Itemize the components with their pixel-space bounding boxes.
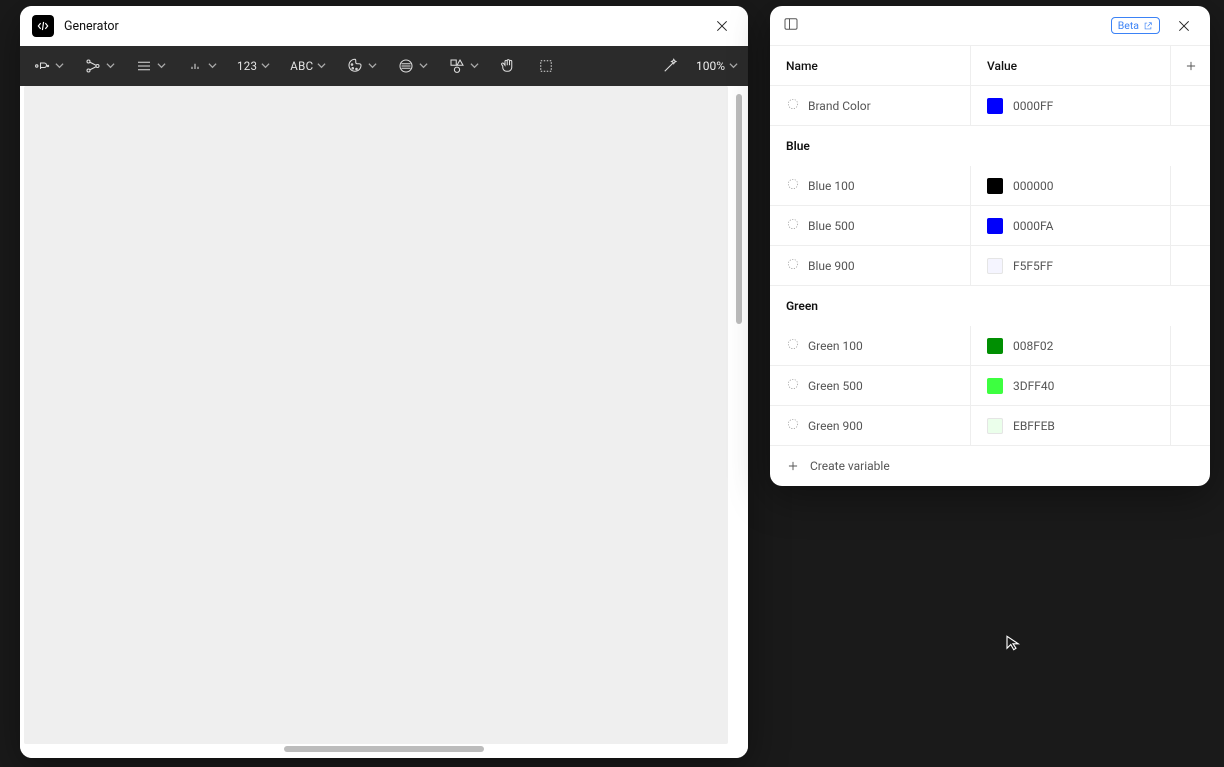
create-variable-button[interactable]: Create variable [770,446,1210,486]
variable-name-cell[interactable]: Green 500 [770,377,970,394]
color-swatch [987,378,1003,394]
tool-spacing[interactable] [183,53,220,79]
variable-row[interactable]: Blue 500 0000FA [770,206,1210,246]
color-swatch [987,338,1003,354]
variable-action-cell [1170,406,1210,445]
header-name: Name [770,59,970,73]
variable-name-cell[interactable]: Green 900 [770,417,970,434]
variables-panel-top: Beta [770,6,1210,46]
variable-name: Blue 100 [808,179,855,193]
cursor-icon [1004,634,1022,655]
variable-row[interactable]: Blue 900 F5F5FF [770,246,1210,286]
tool-typography[interactable] [30,53,67,79]
variable-value-cell[interactable]: EBFFEB [970,406,1170,445]
variable-name: Green 900 [808,419,863,433]
canvas[interactable] [24,86,728,744]
generator-app-icon [32,15,54,37]
tool-pattern[interactable] [394,53,431,79]
header-value: Value [970,46,1170,85]
variable-icon [786,97,800,114]
variable-name: Green 500 [808,379,863,393]
color-swatch [987,98,1003,114]
variable-value-cell[interactable]: 008F02 [970,326,1170,365]
variable-group-header: Green [770,286,1210,326]
variable-value-cell[interactable]: 000000 [970,166,1170,205]
variables-headers: Name Value [770,46,1210,86]
close-button[interactable] [708,12,736,40]
variable-icon [786,217,800,234]
variable-name-cell[interactable]: Blue 500 [770,217,970,234]
variable-hex: 0000FA [1013,219,1053,233]
variables-close-button[interactable] [1170,12,1198,40]
tool-text[interactable]: ABC [287,55,329,77]
add-mode-button[interactable] [1170,46,1210,85]
variable-value-cell[interactable]: 0000FA [970,206,1170,245]
variable-value-cell[interactable]: 0000FF [970,86,1170,125]
variable-icon [786,177,800,194]
variable-row[interactable]: Green 100 008F02 [770,326,1210,366]
variable-name-cell[interactable]: Brand Color [770,97,970,114]
sidebar-toggle-icon[interactable] [782,15,800,36]
variable-hex: F5F5FF [1013,259,1053,273]
tool-numbers[interactable]: 123 [234,55,273,77]
variable-value-cell[interactable]: 3DFF40 [970,366,1170,405]
generator-window: Generator 123 ABC [20,6,748,758]
variable-hex: 000000 [1013,179,1053,193]
variable-row[interactable]: Brand Color 0000FF [770,86,1210,126]
variable-name-cell[interactable]: Blue 100 [770,177,970,194]
variables-panel: Beta Name Value Brand Color 0000FF Blue … [770,6,1210,486]
variable-group-header: Blue [770,126,1210,166]
variable-hex: 3DFF40 [1013,379,1054,393]
generator-toolbar: 123 ABC 100% [20,46,748,86]
variable-action-cell [1170,326,1210,365]
vertical-scrollbar[interactable] [736,94,742,324]
variable-action-cell [1170,246,1210,285]
variable-hex: 0000FF [1013,99,1053,113]
tool-selection[interactable] [534,53,558,79]
variable-icon [786,337,800,354]
color-swatch [987,178,1003,194]
tool-magic-wand[interactable] [658,53,682,79]
color-swatch [987,418,1003,434]
variable-icon [786,257,800,274]
variable-name: Green 100 [808,339,863,353]
horizontal-scrollbar[interactable] [284,746,484,752]
variable-name: Brand Color [808,99,871,113]
variable-action-cell [1170,366,1210,405]
tool-color[interactable] [343,53,380,79]
color-swatch [987,258,1003,274]
variable-action-cell [1170,166,1210,205]
variable-action-cell [1170,86,1210,125]
variable-name-cell[interactable]: Green 100 [770,337,970,354]
variable-row[interactable]: Green 500 3DFF40 [770,366,1210,406]
tool-connections[interactable] [81,53,118,79]
variable-name-cell[interactable]: Blue 900 [770,257,970,274]
zoom-control[interactable]: 100% [696,59,738,73]
beta-badge[interactable]: Beta [1111,17,1160,34]
variable-icon [786,417,800,434]
variable-name: Blue 500 [808,219,855,233]
variable-value-cell[interactable]: F5F5FF [970,246,1170,285]
tool-shapes[interactable] [445,53,482,79]
variable-icon [786,377,800,394]
variable-action-cell [1170,206,1210,245]
color-swatch [987,218,1003,234]
variable-name: Blue 900 [808,259,855,273]
generator-titlebar: Generator [20,6,748,46]
variable-row[interactable]: Green 900 EBFFEB [770,406,1210,446]
tool-hand[interactable] [496,53,520,79]
variable-hex: EBFFEB [1013,419,1055,433]
canvas-area[interactable] [20,86,748,758]
generator-title: Generator [64,19,119,34]
variable-hex: 008F02 [1013,339,1053,353]
variable-row[interactable]: Blue 100 000000 [770,166,1210,206]
tool-lines[interactable] [132,53,169,79]
